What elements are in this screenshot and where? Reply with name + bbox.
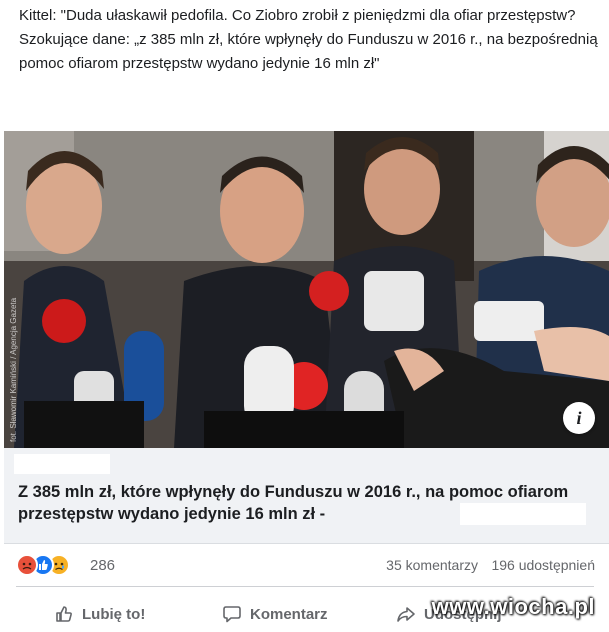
angry-icon[interactable] xyxy=(16,554,38,576)
shares-count[interactable]: 196 udostępnień xyxy=(491,557,595,573)
post-stats: 286 35 komentarzy 196 udostępnień xyxy=(4,550,609,582)
info-icon[interactable]: i xyxy=(563,402,595,434)
comment-button[interactable]: Komentarz xyxy=(222,596,328,632)
watermark: www.wiocha.pl xyxy=(431,594,595,619)
photo-illustration xyxy=(4,131,609,448)
photo-credit: fot. Sławomir Kamiński / Agencja Gazeta xyxy=(9,297,18,442)
comment-label: Komentarz xyxy=(250,605,328,623)
thumbs-up-icon xyxy=(56,606,72,622)
post-text: Kittel: "Duda ułaskawił pedofila. Co Zio… xyxy=(19,7,598,72)
comment-icon xyxy=(223,606,241,623)
link-preview-card[interactable]: Z 385 mln zł, które wpłynęły do Funduszu… xyxy=(4,448,609,544)
reaction-count[interactable]: 286 xyxy=(90,557,115,574)
comments-count[interactable]: 35 komentarzy xyxy=(386,557,478,573)
post-photo[interactable]: fot. Sławomir Kamiński / Agencja Gazeta … xyxy=(4,131,609,448)
like-label: Lubię to! xyxy=(82,605,146,623)
divider xyxy=(16,586,594,587)
like-button[interactable]: Lubię to! xyxy=(54,596,145,632)
link-domain-redaction xyxy=(14,454,110,474)
link-title-redaction xyxy=(460,503,586,525)
share-icon xyxy=(397,607,415,622)
